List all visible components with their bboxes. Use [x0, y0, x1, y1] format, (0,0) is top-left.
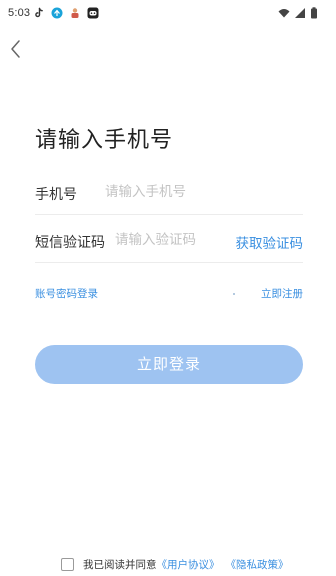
phone-label: 手机号	[35, 187, 77, 203]
login-button[interactable]: 立即登录	[35, 345, 303, 384]
app-icon	[69, 7, 81, 19]
login-screen: 5:03 请输入手机号 手机号 请输入手机号 短信验证码 请输入验证码 获取验证…	[0, 0, 336, 576]
phone-row: 手机号	[35, 174, 303, 215]
secondary-links: 账号密码登录 立即注册	[35, 286, 303, 302]
wifi-icon	[278, 7, 290, 19]
page-title: 请输入手机号	[35, 128, 174, 153]
status-bar: 5:03	[0, 0, 336, 28]
sms-code-row: 短信验证码 获取验证码	[35, 222, 303, 263]
user-agreement-link[interactable]: 《用户协议》	[157, 557, 220, 572]
signal-icon	[294, 7, 306, 19]
phone-input[interactable]	[105, 180, 295, 204]
password-login-link[interactable]: 账号密码登录	[35, 286, 98, 301]
game-icon	[87, 7, 99, 19]
sms-code-label: 短信验证码	[35, 235, 105, 251]
register-link[interactable]: 立即注册	[261, 286, 303, 301]
agreement-checkbox[interactable]	[61, 557, 74, 571]
status-icons-right	[278, 7, 318, 19]
status-icons-left	[33, 7, 99, 19]
tiktok-icon	[33, 7, 45, 19]
divider-dot	[233, 293, 235, 295]
agreement-prefix: 我已阅读并同意	[83, 558, 157, 571]
back-button[interactable]	[6, 38, 28, 60]
agreement-row: 我已阅读并同意 《用户协议》 《隐私政策》	[61, 555, 289, 573]
sms-code-input[interactable]	[115, 228, 227, 252]
chevron-left-icon	[11, 40, 20, 58]
status-time: 5:03	[8, 7, 31, 19]
get-code-button[interactable]: 获取验证码	[236, 232, 304, 252]
notification-badge-icon	[51, 7, 63, 19]
privacy-policy-link[interactable]: 《隐私政策》	[226, 557, 289, 572]
battery-icon	[310, 7, 318, 19]
